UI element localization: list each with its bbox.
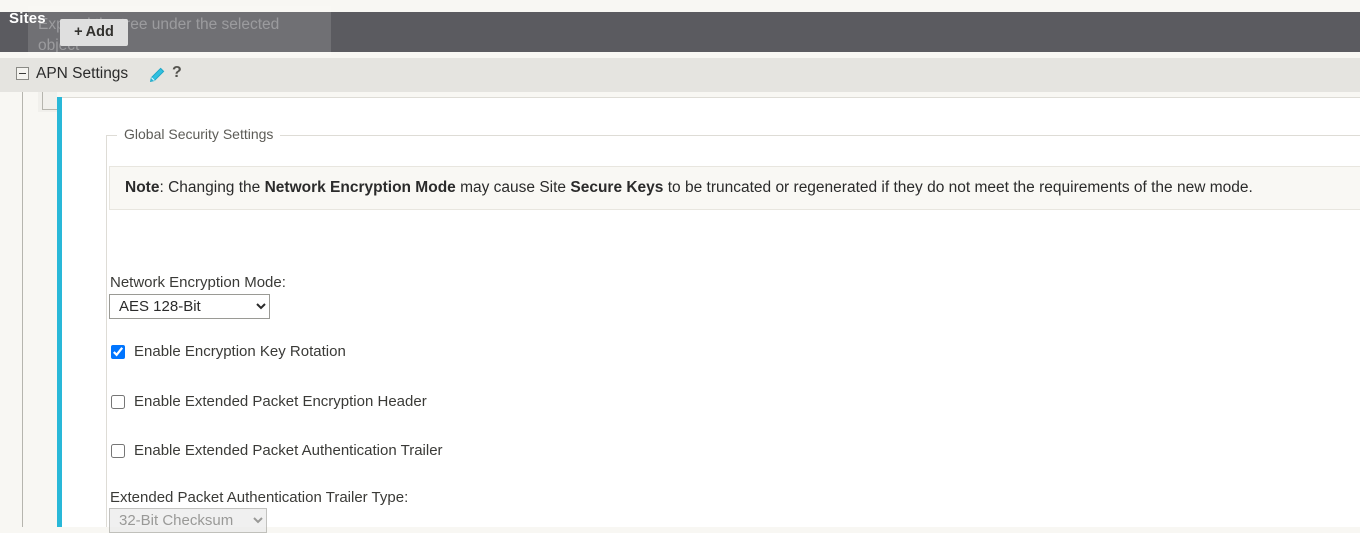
pencil-icon[interactable] <box>148 66 166 84</box>
page-title: APN Settings <box>36 65 129 82</box>
global-security-settings-fieldset: Global Security Settings Note: Changing … <box>106 126 1360 533</box>
note-banner: Note: Changing the Network Encryption Mo… <box>109 166 1360 210</box>
enable-encryption-key-rotation-checkbox[interactable] <box>111 344 125 359</box>
add-button[interactable]: + Add <box>60 19 128 46</box>
tree-line-stub-vertical <box>42 92 43 110</box>
tree-line-vertical <box>22 92 23 527</box>
note-text-part3: to be truncated or regenerated if they d… <box>663 179 1253 196</box>
accent-bar <box>57 97 62 527</box>
checkbox-row-key-rotation[interactable]: Enable Encryption Key Rotation <box>111 343 346 360</box>
tree-node-row[interactable]: APN Settings ? <box>0 58 1360 92</box>
tree-line-stub-horizontal <box>42 109 58 110</box>
note-bold-secure-keys: Secure Keys <box>570 179 664 196</box>
note-bold-encryption-mode: Network Encryption Mode <box>264 179 456 196</box>
enable-extended-packet-encryption-header-label[interactable]: Enable Extended Packet Encryption Header <box>134 393 427 410</box>
enable-extended-packet-encryption-header-checkbox[interactable] <box>111 394 125 409</box>
note-prefix: Note <box>125 179 160 196</box>
network-encryption-mode-label: Network Encryption Mode: <box>110 274 286 291</box>
enable-extended-packet-authentication-trailer-label[interactable]: Enable Extended Packet Authentication Tr… <box>134 442 443 459</box>
enable-encryption-key-rotation-label[interactable]: Enable Encryption Key Rotation <box>134 343 346 360</box>
plus-icon: + <box>74 24 83 40</box>
trailer-type-label: Extended Packet Authentication Trailer T… <box>110 489 409 506</box>
checkbox-row-authentication-trailer[interactable]: Enable Extended Packet Authentication Tr… <box>111 442 443 459</box>
content-panel: Global Security Settings Note: Changing … <box>62 97 1360 533</box>
enable-extended-packet-authentication-trailer-checkbox[interactable] <box>111 443 125 458</box>
trailer-type-select[interactable]: 32-Bit Checksum <box>109 508 267 533</box>
fieldset-legend: Global Security Settings <box>117 126 281 142</box>
note-text-part2: may cause Site <box>455 179 571 196</box>
checkbox-row-encryption-header[interactable]: Enable Extended Packet Encryption Header <box>111 393 427 410</box>
top-toolbar <box>0 12 1360 52</box>
collapse-minus-icon[interactable] <box>16 67 29 80</box>
add-button-label: Add <box>85 24 114 40</box>
note-text-part1: Changing the <box>163 179 265 196</box>
toolbar-title: Sites <box>9 10 46 27</box>
help-question-icon[interactable]: ? <box>172 64 182 82</box>
network-encryption-mode-select[interactable]: AES 128-Bit <box>109 294 270 319</box>
